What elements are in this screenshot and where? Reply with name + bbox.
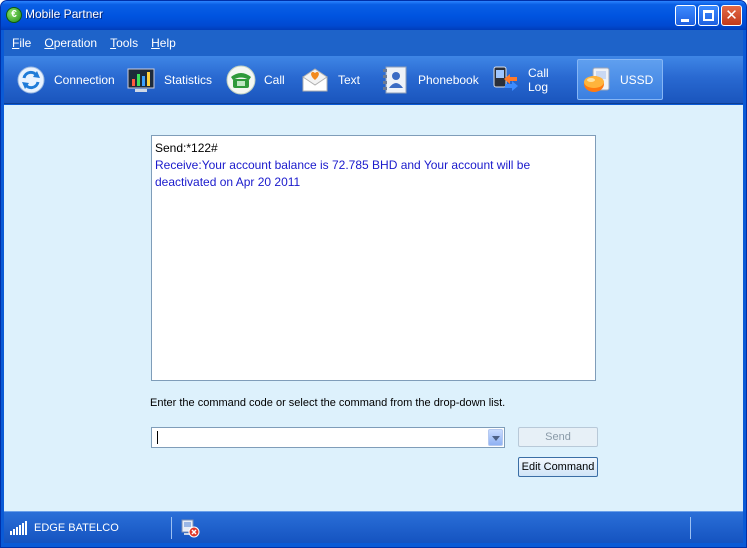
menu-tools[interactable]: Tools: [110, 36, 138, 50]
close-button[interactable]: ✕: [721, 5, 742, 26]
tool-ussd[interactable]: USSD: [577, 59, 663, 100]
window-title: Mobile Partner: [25, 7, 104, 21]
log-send-line: Send:*122#: [155, 141, 218, 155]
text-caret: [157, 431, 158, 444]
ussd-log[interactable]: Send:*122# Receive:Your account balance …: [151, 135, 596, 381]
tool-label: Text: [338, 72, 361, 87]
title-bar[interactable]: € Mobile Partner ✕: [1, 1, 746, 30]
signal-strength-icon: [10, 521, 28, 535]
app-icon: €: [6, 7, 22, 23]
disconnected-icon: [180, 518, 200, 538]
menu-bar: File Operation Tools Help: [4, 30, 743, 56]
tool-call[interactable]: Call: [222, 59, 288, 100]
tool-label: Phonebook: [418, 72, 479, 87]
menu-operation[interactable]: Operation: [44, 36, 97, 50]
envelope-icon: [300, 65, 330, 95]
minimize-icon: [681, 19, 689, 22]
tool-label: Connection: [54, 72, 115, 87]
tool-label: Call: [264, 72, 285, 87]
dropdown-arrow-icon[interactable]: [488, 429, 503, 446]
phone-icon: [226, 65, 256, 95]
command-combobox[interactable]: [151, 427, 505, 448]
menu-help[interactable]: Help: [151, 36, 176, 50]
main-window: € Mobile Partner ✕ File Operation Tools …: [0, 0, 747, 548]
tool-statistics[interactable]: Statistics: [122, 59, 216, 100]
edit-command-button[interactable]: Edit Command: [518, 457, 598, 477]
log-receive-line: Receive:Your account balance is 72.785 B…: [155, 158, 531, 172]
command-hint: Enter the command code or select the com…: [150, 397, 506, 409]
menu-file[interactable]: File: [12, 36, 31, 50]
minimize-button[interactable]: [675, 5, 696, 26]
ussd-panel: Send:*122# Receive:Your account balance …: [4, 105, 743, 511]
send-button[interactable]: Send: [518, 427, 598, 447]
tool-label: USSD: [620, 72, 654, 87]
status-bar: EDGE BATELCO: [4, 511, 743, 543]
call-log-icon: [490, 65, 520, 95]
ussd-icon: [582, 65, 612, 95]
phonebook-icon: [380, 65, 410, 95]
close-icon: ✕: [725, 7, 738, 24]
statistics-icon: [126, 65, 156, 95]
toolbar: Connection Statistics Call Text Phoneboo…: [4, 56, 743, 104]
log-receive-line: deactivated on Apr 20 2011: [155, 175, 301, 189]
tool-label: Call Log: [528, 65, 549, 94]
connection-icon: [16, 65, 46, 95]
network-status: EDGE BATELCO: [34, 522, 119, 534]
tool-label: Statistics: [164, 72, 213, 87]
status-separator: [171, 517, 172, 539]
tool-call-log[interactable]: Call Log: [486, 59, 570, 100]
tool-connection[interactable]: Connection: [12, 59, 116, 100]
tool-text[interactable]: Text: [296, 59, 366, 100]
maximize-button[interactable]: [698, 5, 719, 26]
status-separator: [690, 517, 691, 539]
maximize-icon: [703, 10, 714, 21]
tool-phonebook[interactable]: Phonebook: [376, 59, 479, 100]
